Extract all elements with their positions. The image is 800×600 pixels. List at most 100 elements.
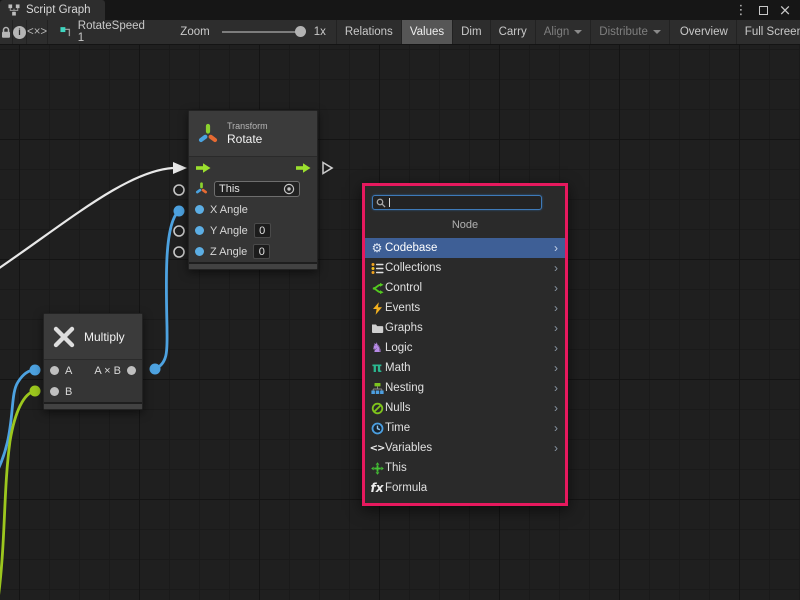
b-input-port[interactable] [50,387,59,396]
finder-search-input[interactable] [372,195,542,210]
carry-button[interactable]: Carry [491,20,536,44]
graph-toolbar: i <×> RotateSpeed 1 Zoom 1x Relations Va… [0,20,800,45]
node-category: Transform [227,121,268,132]
finder-item-codebase[interactable]: ⚙ Codebase › [365,238,565,258]
finder-item-graphs[interactable]: Graphs › [365,318,565,338]
a-input-port[interactable] [50,366,59,375]
port-this-endpoint[interactable] [174,185,184,195]
item-label: Nulls [385,402,411,414]
zoom-slider-handle[interactable] [295,26,306,37]
window-menu-icon[interactable]: ⋮ [732,1,750,19]
port-multiply-output-connected[interactable] [150,364,161,375]
align-label: Align [544,26,570,38]
this-port-row: This [189,178,317,199]
overview-button[interactable]: Overview [672,20,737,44]
zangle-value-field[interactable]: 0 [253,244,270,259]
finder-item-math[interactable]: π Math › [365,358,565,378]
rotate-node[interactable]: Transform Rotate [188,110,318,270]
multiply-icon [52,325,76,349]
port-multiply-b-connected[interactable] [30,386,41,397]
lock-icon [0,26,12,39]
item-label: This [385,462,407,474]
zangle-port[interactable] [195,247,204,256]
transform-icon [197,123,219,145]
relations-button[interactable]: Relations [336,20,402,44]
graph-icon [8,4,20,16]
yangle-value-field[interactable]: 0 [254,223,271,238]
this-object-field[interactable]: This [214,181,300,197]
zoom-slider[interactable] [222,31,304,33]
wire-flow-arrowhead [173,162,187,174]
port-zangle-endpoint[interactable] [174,247,184,257]
zangle-port-row: Z Angle 0 [189,241,317,262]
nesting-hierarchy-icon [369,382,385,395]
finder-item-time[interactable]: Time › [365,418,565,438]
finder-item-nesting[interactable]: Nesting › [365,378,565,398]
item-label: Control [385,282,422,294]
code-icon: <×> [27,26,47,38]
yangle-label: Y Angle [210,225,248,237]
caret-down-icon [574,30,582,34]
info-button[interactable]: i [13,20,27,44]
port-yangle-endpoint[interactable] [174,226,184,236]
finder-item-formula[interactable]: fx Formula [365,478,565,498]
graph-asset-icon [60,26,72,39]
finder-item-this[interactable]: This [365,458,565,478]
distribute-button[interactable]: Distribute [591,20,670,44]
clock-icon [369,422,385,435]
xangle-port[interactable] [195,205,204,214]
tab-label: Script Graph [26,4,91,16]
finder-item-control[interactable]: Control › [365,278,565,298]
move-arrows-icon [369,462,385,475]
chevron-right-icon: › [554,442,565,454]
finder-item-collections[interactable]: Collections › [365,258,565,278]
port-xangle-connected[interactable] [174,206,185,217]
align-button[interactable]: Align [536,20,592,44]
port-multiply-a-connected[interactable] [30,365,41,376]
flow-port-row [189,157,317,178]
port-flow-out-endpoint[interactable] [323,163,332,174]
flow-output-arrow-icon[interactable] [295,162,311,174]
zoom-control: Zoom 1x [156,20,336,44]
rotate-node-header[interactable]: Transform Rotate [189,111,317,157]
graph-breadcrumb[interactable]: RotateSpeed 1 [48,20,156,44]
finder-item-variables[interactable]: <> Variables › [365,438,565,458]
zoom-label: Zoom [180,26,209,38]
object-picker-icon[interactable] [283,183,295,195]
fullscreen-button[interactable]: Full Screen [737,20,800,44]
wire-into-multiply-b[interactable] [0,391,35,600]
flow-input-arrow-icon[interactable] [195,162,211,174]
wire-into-multiply-a[interactable] [0,370,35,481]
graph-canvas[interactable]: Transform Rotate [0,45,800,600]
finder-item-logic[interactable]: ♞ Logic › [365,338,565,358]
this-field-value: This [219,183,279,195]
node-title: Multiply [84,330,125,344]
window-maximize-icon[interactable] [754,1,772,19]
xangle-label: X Angle [210,204,248,216]
chevron-right-icon: › [554,402,565,414]
zoom-value: 1x [314,26,326,38]
yangle-port[interactable] [195,226,204,235]
item-label: Codebase [385,242,437,254]
transform-port-icon[interactable] [195,182,208,195]
b-label: B [65,386,72,398]
info-icon: i [13,26,26,39]
tab-script-graph[interactable]: Script Graph [0,0,105,20]
code-view-button[interactable]: <×> [27,20,48,44]
finder-item-nulls[interactable]: Nulls › [365,398,565,418]
item-label: Math [385,362,411,374]
result-output-port[interactable] [127,366,136,375]
lock-button[interactable] [0,20,13,44]
finder-search-row [365,186,565,218]
chevron-right-icon: › [554,302,565,314]
knight-icon: ♞ [369,341,385,356]
window-close-icon[interactable]: × [776,1,794,19]
pi-icon: π [369,361,385,376]
multiply-node[interactable]: Multiply A A × B B [43,313,143,410]
dim-button[interactable]: Dim [453,20,490,44]
distribute-label: Distribute [599,26,648,38]
wire-flow-in[interactable] [0,168,173,273]
multiply-node-header[interactable]: Multiply [44,314,142,360]
finder-item-events[interactable]: Events › [365,298,565,318]
values-button[interactable]: Values [402,20,453,44]
